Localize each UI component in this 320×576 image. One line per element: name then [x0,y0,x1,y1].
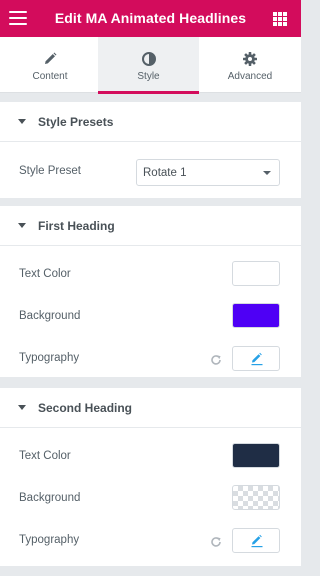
gear-icon [199,51,301,67]
pencil-icon [251,352,263,366]
section-title: Second Heading [38,401,133,415]
section-header-first-heading[interactable]: First Heading [0,206,301,246]
typography-label: Typography [19,352,80,364]
section-title: Style Presets [38,115,114,129]
tab-style-label: Style [137,71,160,82]
style-preset-label: Style Preset [19,165,81,177]
typography-edit-button[interactable] [232,528,280,553]
tab-content[interactable]: Content [0,37,100,93]
pencil-icon [251,534,263,548]
grid-apps-icon[interactable] [273,12,287,26]
editor-header: Edit MA Animated Headlines [0,0,301,37]
text-color-label: Text Color [19,268,71,280]
section-body-style-presets: Style Preset Rotate 1 [0,142,301,198]
reset-icon[interactable] [210,353,222,365]
caret-down-icon [18,405,26,410]
typography-label: Typography [19,534,80,546]
dropdown-arrow-icon [263,171,271,175]
section-header-second-heading[interactable]: Second Heading [0,388,301,428]
caret-down-icon [18,223,26,228]
panel-title: Edit MA Animated Headlines [54,10,247,26]
tab-advanced[interactable]: Advanced [199,37,301,93]
tab-advanced-label: Advanced [227,71,273,82]
section-body-second-heading: Text Color Background Typography [0,428,301,566]
background-label: Background [19,492,81,504]
typography-edit-button[interactable] [232,346,280,371]
text-color-swatch[interactable] [232,443,280,468]
panel-tabs: Content Style Advanced [0,37,301,94]
section-body-first-heading: Text Color Background Typography [0,246,301,377]
pencil-icon [0,51,100,67]
text-color-swatch[interactable] [232,261,280,286]
section-title: First Heading [38,219,115,233]
section-header-style-presets[interactable]: Style Presets [0,102,301,142]
caret-down-icon [18,119,26,124]
reset-icon[interactable] [210,535,222,547]
background-color-swatch[interactable] [232,303,280,328]
tab-content-label: Content [32,71,68,82]
tab-style[interactable]: Style [98,37,199,94]
style-preset-value: Rotate 1 [143,167,187,179]
background-label: Background [19,310,81,322]
half-circle-icon [98,51,199,67]
text-color-label: Text Color [19,450,71,462]
style-preset-select[interactable]: Rotate 1 [136,159,280,186]
background-color-swatch[interactable] [232,485,280,510]
